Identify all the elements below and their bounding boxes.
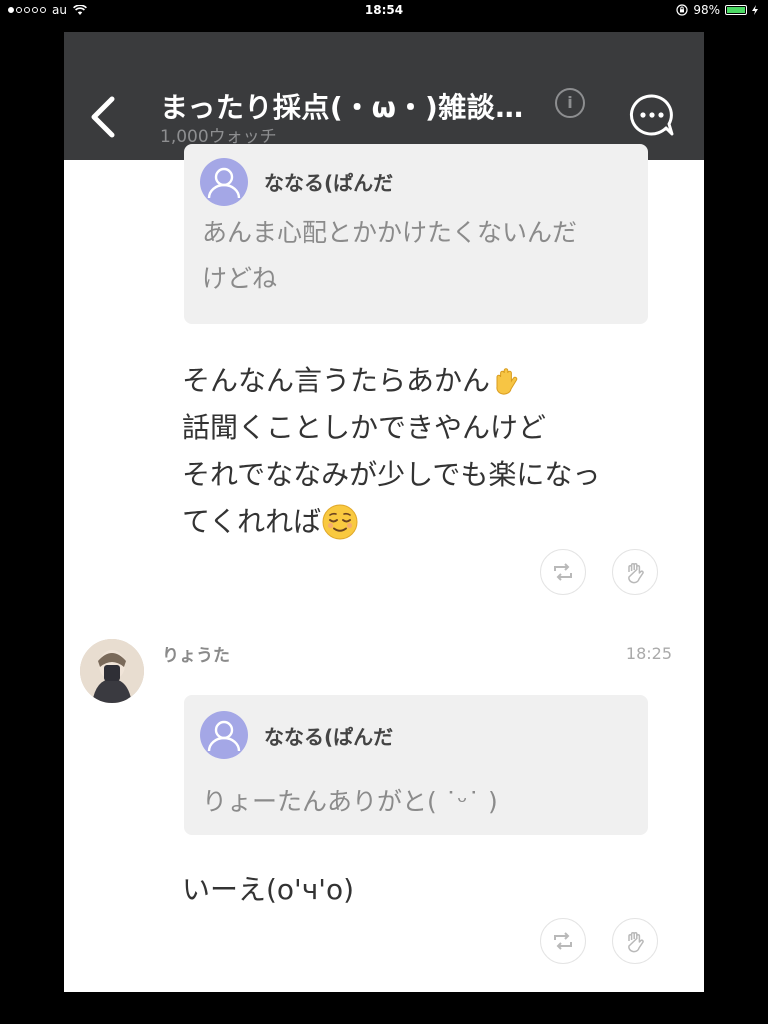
info-icon: i <box>567 93 573 112</box>
message-text: そんなん言うたらあかん 話聞くことしかできやんけど それでななみが少しでも楽にな… <box>182 357 600 545</box>
message-line: てくれれば <box>182 498 600 545</box>
quoted-sender-name: ななる(ぱんだ <box>264 171 394 195</box>
info-button[interactable]: i <box>555 88 585 118</box>
quoted-text-line: あんま心配とかかけたくないんだ <box>202 218 578 247</box>
quoted-text-line: けどね <box>202 264 278 293</box>
quoted-text-line: りょーたんありがと( ˙ᵕ˙ ) <box>202 787 498 816</box>
message-line: それでななみが少しでも楽になっ <box>182 458 601 491</box>
message-line: そんなん言うたらあかん <box>182 357 600 404</box>
default-user-icon <box>207 167 241 199</box>
room-title: まったり採点(・ω・)雑談… <box>160 91 524 124</box>
repost-button[interactable] <box>540 918 586 964</box>
message-list[interactable]: ななる(ぱんだ あんま心配とかかけたくないんだ けどね そんなん言うたらあかん … <box>64 144 704 992</box>
message-line: いーえ(o'ч'o) <box>182 873 355 906</box>
quoted-text: あんま心配とかかけたくないんだ けどね <box>202 210 577 302</box>
quoted-text: りょーたんありがと( ˙ᵕ˙ ) <box>202 779 498 825</box>
quoted-sender-name: ななる(ぱんだ <box>264 725 394 749</box>
sender-name[interactable]: りょうた <box>162 641 230 666</box>
clap-button[interactable] <box>612 549 658 595</box>
quoted-avatar <box>200 711 248 759</box>
chat-bubble-icon <box>629 94 674 136</box>
repost-button[interactable] <box>540 549 586 595</box>
default-user-icon <box>207 720 241 752</box>
clap-icon <box>628 932 644 953</box>
orientation-lock-icon <box>676 4 688 16</box>
message-line: 話聞くことしかできやんけど <box>182 411 547 444</box>
back-button[interactable] <box>86 94 126 140</box>
repost-icon <box>554 932 572 950</box>
header-bar: まったり採点(・ω・)雑談… 1,000ウォッチ i <box>64 32 704 160</box>
quoted-avatar <box>200 158 248 206</box>
message-timestamp: 18:25 <box>625 644 672 663</box>
message-text: いーえ(o'ч'o) <box>182 866 354 913</box>
clap-icon <box>628 563 644 584</box>
raised-hand-emoji <box>496 368 518 395</box>
battery-percent: 98% <box>693 3 720 17</box>
status-bar: au 18:54 98% <box>0 0 768 22</box>
clap-button[interactable] <box>612 918 658 964</box>
clock: 18:54 <box>364 3 404 17</box>
repost-icon <box>554 563 572 581</box>
relieved-face-emoji <box>322 504 358 540</box>
chat-button[interactable] <box>628 92 676 140</box>
battery-icon <box>725 5 747 15</box>
sender-avatar[interactable] <box>80 639 144 703</box>
quoted-message[interactable]: ななる(ぱんだ りょーたんありがと( ˙ᵕ˙ ) <box>184 695 648 835</box>
back-chevron-icon <box>91 96 115 138</box>
charging-icon <box>752 5 758 15</box>
user-photo <box>80 639 144 703</box>
quoted-message[interactable]: ななる(ぱんだ あんま心配とかかけたくないんだ けどね <box>184 144 648 324</box>
chat-screen: まったり採点(・ω・)雑談… 1,000ウォッチ i ななる(ぱんだ あんま心配… <box>64 32 704 992</box>
